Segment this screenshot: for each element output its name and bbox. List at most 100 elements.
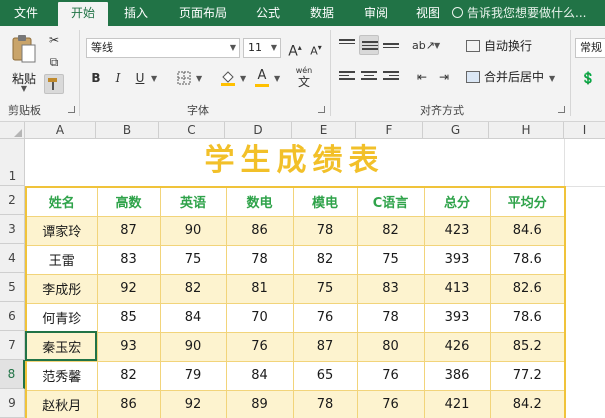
borders-button[interactable] — [174, 68, 194, 88]
cell-name[interactable]: 赵秋月 — [25, 389, 98, 418]
chevron-down-icon[interactable]: ▼ — [274, 74, 280, 83]
decrease-font-button[interactable]: A▾ — [306, 38, 326, 58]
orientation-button[interactable]: ab↗ — [412, 35, 435, 55]
chevron-down-icon[interactable]: ▼ — [151, 74, 157, 83]
cell-c-lang[interactable]: 75 — [356, 244, 425, 275]
cell-average[interactable]: 84.6 — [489, 215, 566, 246]
cell-name[interactable]: 王雷 — [25, 244, 98, 275]
merge-center-button[interactable]: 合并后居中 ▼ — [466, 68, 555, 86]
cell-english[interactable]: 英语 — [159, 186, 227, 217]
row-header-5[interactable]: 5 — [0, 273, 25, 302]
cell-total[interactable]: 413 — [423, 273, 491, 304]
cell-calculus[interactable]: 86 — [96, 389, 161, 418]
row-header-8[interactable]: 8 — [0, 360, 25, 389]
cell-calculus[interactable]: 85 — [96, 302, 161, 333]
cell-analog[interactable]: 75 — [292, 273, 358, 304]
paste-button[interactable]: 粘贴 ▼ — [8, 34, 40, 93]
column-header-b[interactable]: B — [96, 122, 159, 139]
select-all-corner[interactable] — [0, 122, 25, 139]
cell-digital[interactable]: 81 — [225, 273, 294, 304]
cell-total[interactable]: 421 — [423, 389, 491, 418]
cell-analog[interactable]: 模电 — [292, 186, 358, 217]
tab-page-layout[interactable]: 页面布局 — [168, 0, 238, 26]
row-header-2[interactable]: 2 — [0, 186, 25, 215]
cut-button[interactable]: ✂ — [44, 30, 64, 50]
cell-english[interactable]: 90 — [159, 331, 227, 362]
tell-me-search[interactable]: 告诉我您想要做什么... — [452, 0, 586, 26]
font-name-select[interactable]: 等线 ▼ — [86, 38, 240, 58]
cell-name[interactable]: 何青珍 — [25, 302, 98, 333]
cell-english[interactable]: 92 — [159, 389, 227, 418]
cell-total[interactable]: 423 — [423, 215, 491, 246]
cell-total[interactable]: 393 — [423, 244, 491, 275]
cell-average[interactable]: 78.6 — [489, 244, 566, 275]
row-header-9[interactable]: 9 — [0, 389, 25, 418]
italic-button[interactable]: I — [108, 68, 128, 88]
cell-calculus[interactable]: 87 — [96, 215, 161, 246]
cell-analog[interactable]: 82 — [292, 244, 358, 275]
align-left-button[interactable] — [337, 67, 357, 87]
cell-average[interactable]: 77.2 — [489, 360, 566, 391]
bold-button[interactable]: B — [86, 68, 106, 88]
wrap-text-button[interactable]: 自动换行 — [466, 37, 532, 55]
cell-digital[interactable]: 86 — [225, 215, 294, 246]
cell-average[interactable]: 85.2 — [489, 331, 566, 362]
cell-english[interactable]: 79 — [159, 360, 227, 391]
underline-button[interactable]: U — [130, 68, 150, 88]
chevron-down-icon[interactable]: ▼ — [240, 74, 246, 83]
row-header-7[interactable]: 7 — [0, 331, 25, 360]
tab-insert[interactable]: 插入 — [114, 0, 158, 26]
worksheet-grid[interactable]: 学生成绩表 姓名 高数 英语 数电 模电 C语言 总分 平均分 谭家玲 87 90 86 78 82 423… — [25, 139, 605, 418]
cell-name[interactable]: 李成彤 — [25, 273, 98, 304]
cell-digital[interactable]: 70 — [225, 302, 294, 333]
alignment-launcher-icon[interactable] — [558, 106, 565, 113]
cell-analog[interactable]: 76 — [292, 302, 358, 333]
tab-home[interactable]: 开始 — [58, 2, 108, 26]
align-top-button[interactable] — [337, 35, 357, 55]
row-header-3[interactable]: 3 — [0, 215, 25, 244]
copy-button[interactable]: ⧉ — [44, 52, 64, 72]
cell-digital[interactable]: 78 — [225, 244, 294, 275]
column-header-c[interactable]: C — [159, 122, 225, 139]
font-size-select[interactable]: 11 ▼ — [243, 38, 281, 58]
tab-formulas[interactable]: 公式 — [246, 0, 290, 26]
cell-english[interactable]: 75 — [159, 244, 227, 275]
font-launcher-icon[interactable] — [318, 106, 325, 113]
cell-analog[interactable]: 78 — [292, 215, 358, 246]
cell-calculus[interactable]: 高数 — [96, 186, 161, 217]
column-header-d[interactable]: D — [225, 122, 292, 139]
number-format-select[interactable]: 常规 — [575, 38, 605, 58]
chevron-down-icon[interactable]: ▼ — [196, 74, 202, 83]
cell-analog[interactable]: 65 — [292, 360, 358, 391]
cell-name[interactable]: 范秀馨 — [25, 360, 98, 391]
sheet-title[interactable]: 学生成绩表 — [25, 139, 564, 186]
cell-name[interactable]: 秦玉宏 — [25, 331, 98, 362]
cell-c-lang[interactable]: 76 — [356, 389, 425, 418]
cell-total[interactable]: 386 — [423, 360, 491, 391]
cell-analog[interactable]: 78 — [292, 389, 358, 418]
column-header-e[interactable]: E — [292, 122, 356, 139]
tab-review[interactable]: 审阅 — [354, 0, 398, 26]
cell-analog[interactable]: 87 — [292, 331, 358, 362]
cell-digital[interactable]: 数电 — [225, 186, 294, 217]
cell-c-lang[interactable]: 83 — [356, 273, 425, 304]
cell-calculus[interactable]: 93 — [96, 331, 161, 362]
cell-digital[interactable]: 89 — [225, 389, 294, 418]
cell-calculus[interactable]: 83 — [96, 244, 161, 275]
row-header-6[interactable]: 6 — [0, 302, 25, 331]
cell-total[interactable]: 393 — [423, 302, 491, 333]
cell-calculus[interactable]: 92 — [96, 273, 161, 304]
cell-c-lang[interactable]: 78 — [356, 302, 425, 333]
cell-total[interactable]: 总分 — [423, 186, 491, 217]
phonetic-guide-button[interactable]: wén 文 — [292, 66, 316, 90]
align-center-button[interactable] — [359, 67, 379, 87]
accounting-format-button[interactable]: 💲 — [578, 68, 598, 88]
increase-font-button[interactable]: A▴ — [285, 38, 305, 60]
column-header-i[interactable]: I — [564, 122, 605, 139]
decrease-indent-button[interactable]: ⇤ — [412, 67, 432, 87]
column-header-h[interactable]: H — [489, 122, 564, 139]
cell-average[interactable]: 84.2 — [489, 389, 566, 418]
cell-name[interactable]: 姓名 — [25, 186, 98, 217]
column-header-a[interactable]: A — [25, 122, 96, 139]
cell-digital[interactable]: 76 — [225, 331, 294, 362]
